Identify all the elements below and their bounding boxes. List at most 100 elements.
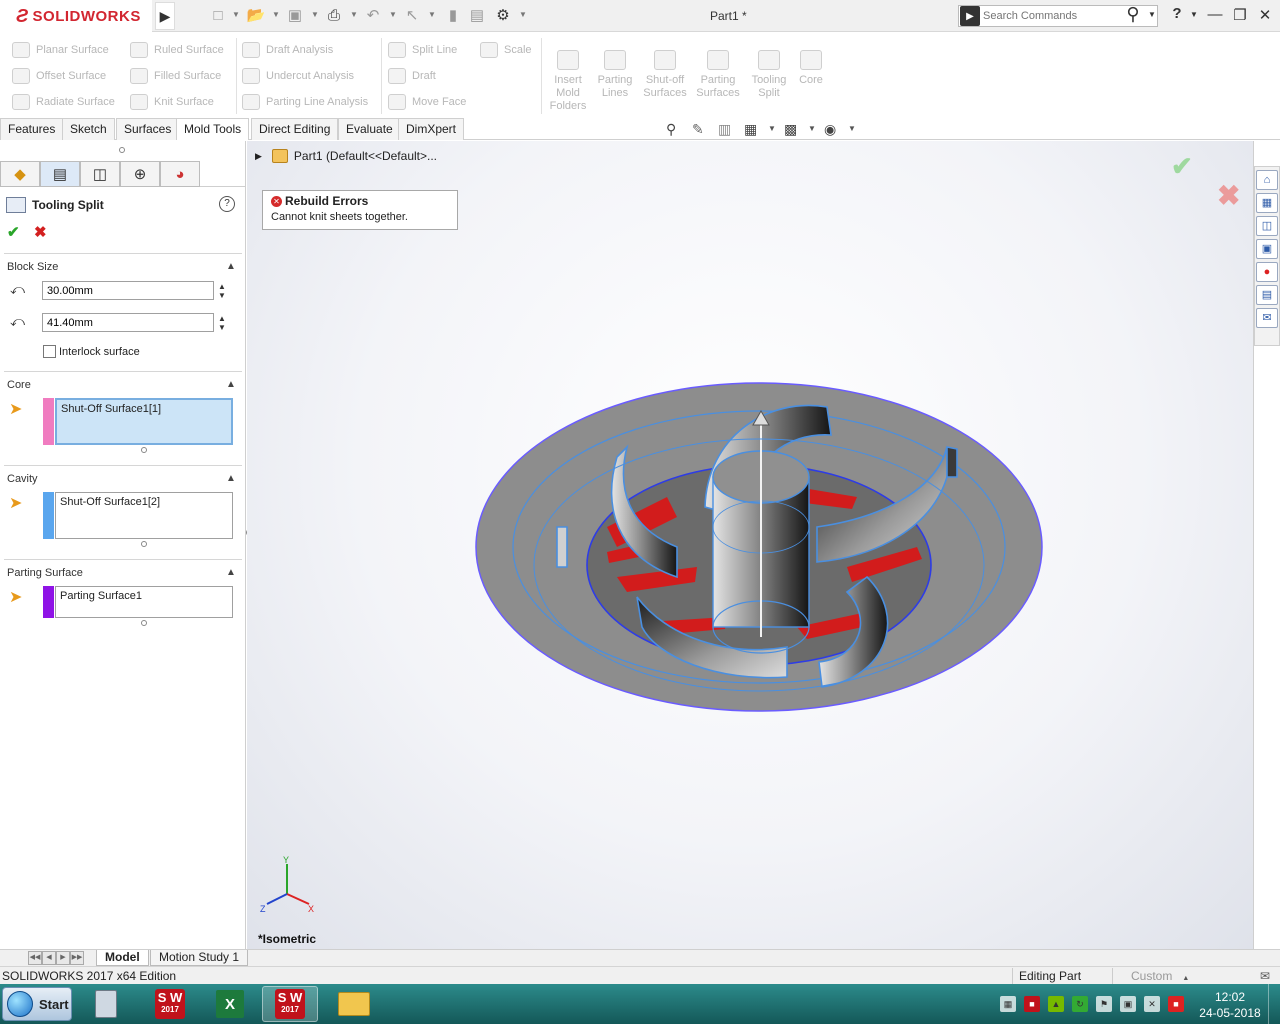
previous-view-icon[interactable]: ▥ [718, 121, 731, 138]
zoom-to-fit-icon[interactable]: ⚲ [666, 121, 676, 138]
taskbar-solidworks-running[interactable]: S W 2017 [262, 986, 318, 1022]
configuration-manager-tab-icon[interactable]: ◫ [80, 161, 120, 187]
core-selection-item[interactable]: Shut-Off Surface1[1] [61, 403, 161, 415]
tab-sketch[interactable]: Sketch [62, 118, 115, 140]
select-arrow-icon[interactable]: ↖ [402, 6, 422, 26]
open-dropdown-icon[interactable]: ▼ [272, 10, 280, 19]
insert-mold-folders-button[interactable]: Insert Mold Folders [543, 50, 593, 113]
tab-direct-editing[interactable]: Direct Editing [251, 118, 339, 140]
hide-show-items-icon[interactable]: ◉ [824, 121, 836, 138]
print-dropdown-icon[interactable]: ▼ [350, 10, 358, 19]
options-dropdown-icon[interactable]: ▼ [519, 10, 527, 19]
feature-manager-tab-icon[interactable]: ◆ [0, 161, 40, 187]
scale-button[interactable]: Scale [480, 42, 532, 58]
tab-mold-tools[interactable]: Mold Tools [176, 118, 250, 140]
solidworks-resources-icon[interactable]: ⌂ [1256, 170, 1278, 190]
offset-surface-button[interactable]: Offset Surface [12, 68, 106, 84]
block-depth1-input[interactable] [42, 281, 214, 300]
menu-expand-arrow-icon[interactable]: ▶ [155, 2, 175, 30]
ok-check-icon[interactable]: ✔ [7, 223, 20, 241]
collapse-chevron-icon[interactable]: ▲ [226, 567, 236, 578]
help-button[interactable]: ? [1166, 5, 1188, 22]
units-label[interactable]: Custom [1131, 969, 1172, 983]
appearances-icon[interactable]: ● [1256, 262, 1278, 282]
planar-surface-button[interactable]: Planar Surface [12, 42, 109, 58]
resize-grip-handle[interactable] [141, 541, 147, 547]
design-library-icon[interactable]: ▦ [1256, 193, 1278, 213]
section-view-icon[interactable]: ▦ [744, 121, 757, 138]
help-icon[interactable]: ? [219, 196, 235, 212]
shut-off-surfaces-button[interactable]: Shut-off Surfaces [640, 50, 690, 100]
cancel-x-icon[interactable]: ✖ [34, 223, 47, 241]
tab-surfaces[interactable]: Surfaces [116, 118, 180, 140]
hide-show-dropdown-icon[interactable]: ▼ [848, 124, 856, 133]
parting-surface-header[interactable]: Parting Surface [7, 567, 83, 579]
search-input[interactable] [983, 10, 1123, 22]
select-dropdown-icon[interactable]: ▼ [428, 10, 436, 19]
tab-model[interactable]: Model [96, 950, 149, 966]
undercut-analysis-button[interactable]: Undercut Analysis [242, 68, 354, 84]
tab-dimxpert[interactable]: DimXpert [398, 118, 465, 140]
command-prompt-icon[interactable]: ▶ [960, 6, 980, 26]
rebuild-traffic-light-icon[interactable]: ▮ [443, 6, 463, 26]
next-tab-icon[interactable]: ▶ [56, 951, 70, 965]
depth1-spinner-icon[interactable]: ▲ ▼ [218, 282, 226, 300]
tab-evaluate[interactable]: Evaluate [338, 118, 401, 140]
units-selector[interactable]: Custom ▲ [1112, 968, 1202, 984]
collapse-chevron-icon[interactable]: ▲ [226, 261, 236, 272]
depth2-spinner-icon[interactable]: ▲ ▼ [218, 314, 226, 332]
save-dropdown-icon[interactable]: ▼ [311, 10, 319, 19]
tab-features[interactable]: Features [0, 118, 64, 140]
tray-network-share-icon[interactable]: ▦ [1000, 996, 1016, 1012]
tray-volume-muted-icon[interactable]: ✕ [1144, 996, 1160, 1012]
zoom-area-icon[interactable]: ✎ [692, 121, 704, 138]
split-line-button[interactable]: Split Line [388, 42, 457, 58]
tray-sync-icon[interactable]: ↻ [1072, 996, 1088, 1012]
new-document-icon[interactable]: □ [208, 6, 228, 26]
block-size-header[interactable]: Block Size [7, 261, 58, 273]
flyout-feature-tree[interactable]: ▶ Part1 (Default<<Default>... [255, 149, 437, 163]
first-tab-icon[interactable]: ◀◀ [28, 951, 42, 965]
dimxpert-manager-tab-icon[interactable]: ⊕ [120, 161, 160, 187]
confirm-cancel-icon[interactable]: ✖ [1217, 179, 1240, 212]
block-depth2-input[interactable] [42, 313, 214, 332]
knit-surface-button[interactable]: Knit Surface [130, 94, 214, 110]
chat-bubble-icon[interactable]: ✉ [1260, 969, 1270, 983]
undo-dropdown-icon[interactable]: ▼ [389, 10, 397, 19]
core-button[interactable]: Core [786, 50, 836, 87]
custom-properties-icon[interactable]: ▤ [1256, 285, 1278, 305]
draft-button[interactable]: Draft [388, 68, 436, 84]
show-desktop-button[interactable] [1268, 984, 1280, 1024]
parting-surfaces-button[interactable]: Parting Surfaces [693, 50, 743, 100]
file-explorer-icon[interactable]: ◫ [1256, 216, 1278, 236]
interlock-surface-checkbox[interactable] [43, 345, 56, 358]
filled-surface-button[interactable]: Filled Surface [130, 68, 221, 84]
restore-window-icon[interactable]: ❐ [1229, 6, 1251, 24]
file-properties-icon[interactable]: ▤ [467, 6, 487, 26]
cavity-header[interactable]: Cavity [7, 473, 38, 485]
cavity-selection-item[interactable]: Shut-Off Surface1[2] [60, 496, 160, 508]
forum-icon[interactable]: ✉ [1256, 308, 1278, 328]
cavity-selection-box[interactable]: Shut-Off Surface1[2] [55, 492, 233, 539]
view-palette-icon[interactable]: ▣ [1256, 239, 1278, 259]
tray-solidworks-rx-icon[interactable]: ■ [1168, 996, 1184, 1012]
tray-nvidia-icon[interactable]: ▲ [1048, 996, 1064, 1012]
radiate-surface-button[interactable]: Radiate Surface [12, 94, 115, 110]
core-header[interactable]: Core [7, 379, 31, 391]
parting-surface-selection-box[interactable]: Parting Surface1 [55, 586, 233, 618]
minimize-window-icon[interactable]: — [1204, 6, 1226, 23]
solidworks-logo[interactable]: Ƨ SOLIDWORKS [0, 0, 152, 32]
undo-icon[interactable]: ↶ [363, 6, 383, 26]
resize-grip-handle[interactable] [141, 620, 147, 626]
confirm-ok-icon[interactable]: ✔ [1171, 151, 1193, 182]
options-gear-icon[interactable]: ⚙ [493, 6, 513, 26]
parting-lines-button[interactable]: Parting Lines [590, 50, 640, 100]
tray-display-icon[interactable]: ▣ [1120, 996, 1136, 1012]
search-icon[interactable]: ⚲ [1122, 4, 1144, 25]
prev-tab-icon[interactable]: ◀ [42, 951, 56, 965]
part-tree-label[interactable]: Part1 (Default<<Default>... [294, 149, 437, 163]
taskbar-solidworks-launcher[interactable]: S W 2017 [142, 986, 198, 1022]
tray-flag-icon[interactable]: ⚑ [1096, 996, 1112, 1012]
view-orientation-icon[interactable]: ▩ [784, 121, 797, 138]
orientation-dropdown-icon[interactable]: ▼ [808, 124, 816, 133]
